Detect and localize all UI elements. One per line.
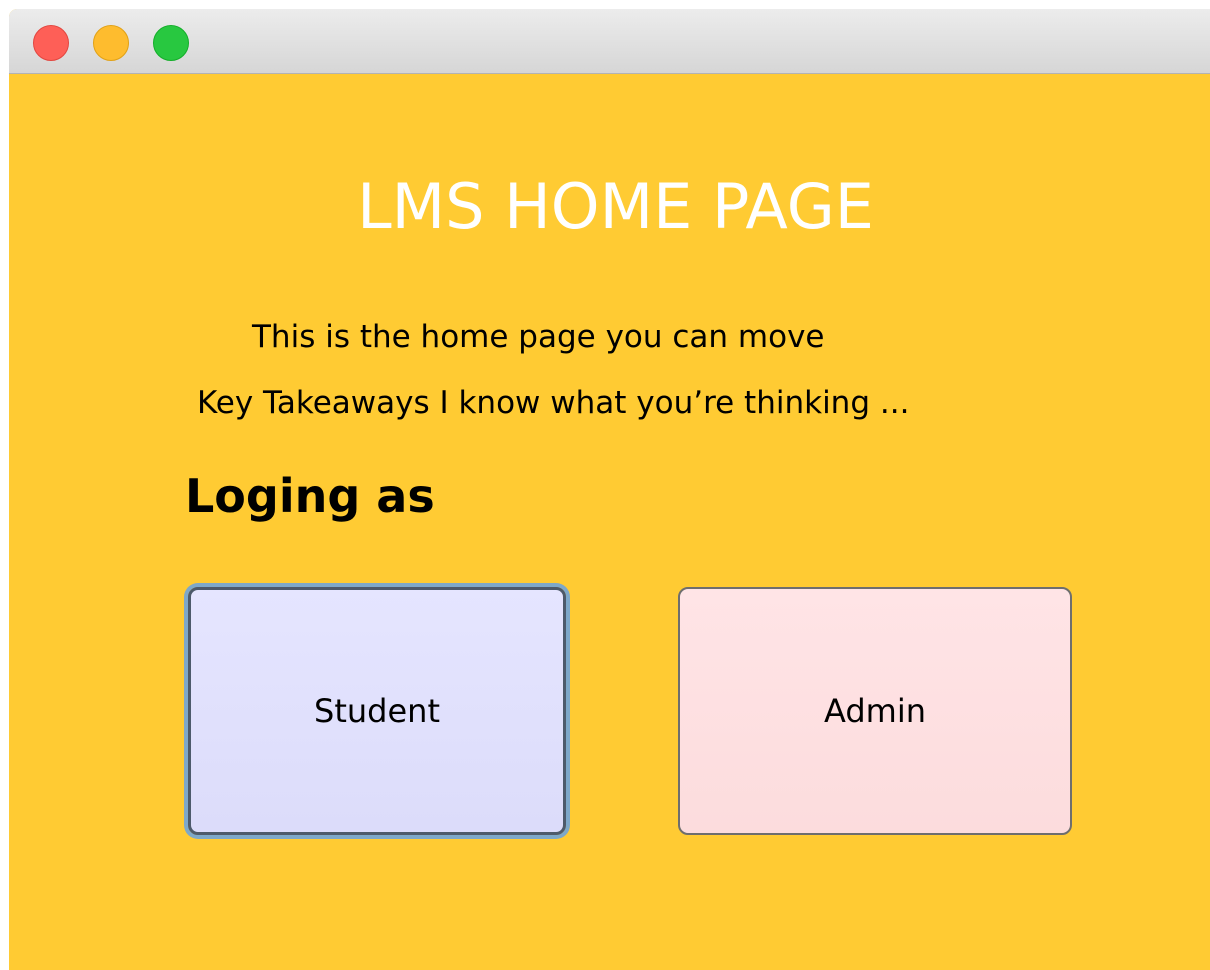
app-window: LMS HOME PAGE This is the home page you … xyxy=(9,9,1210,970)
description-line-2: Key Takeaways I know what you’re thinkin… xyxy=(197,385,910,421)
description-line-1: This is the home page you can move xyxy=(252,319,825,355)
admin-button-label: Admin xyxy=(824,692,926,730)
close-window-button[interactable] xyxy=(33,25,69,61)
login-as-heading: Loging as xyxy=(185,469,435,523)
zoom-window-button[interactable] xyxy=(153,25,189,61)
student-button-label: Student xyxy=(314,692,440,730)
window-titlebar[interactable] xyxy=(9,9,1210,74)
minimize-window-button[interactable] xyxy=(93,25,129,61)
page-title: LMS HOME PAGE xyxy=(357,170,874,243)
admin-login-button[interactable]: Admin xyxy=(678,587,1072,835)
student-login-button[interactable]: Student xyxy=(188,587,566,835)
